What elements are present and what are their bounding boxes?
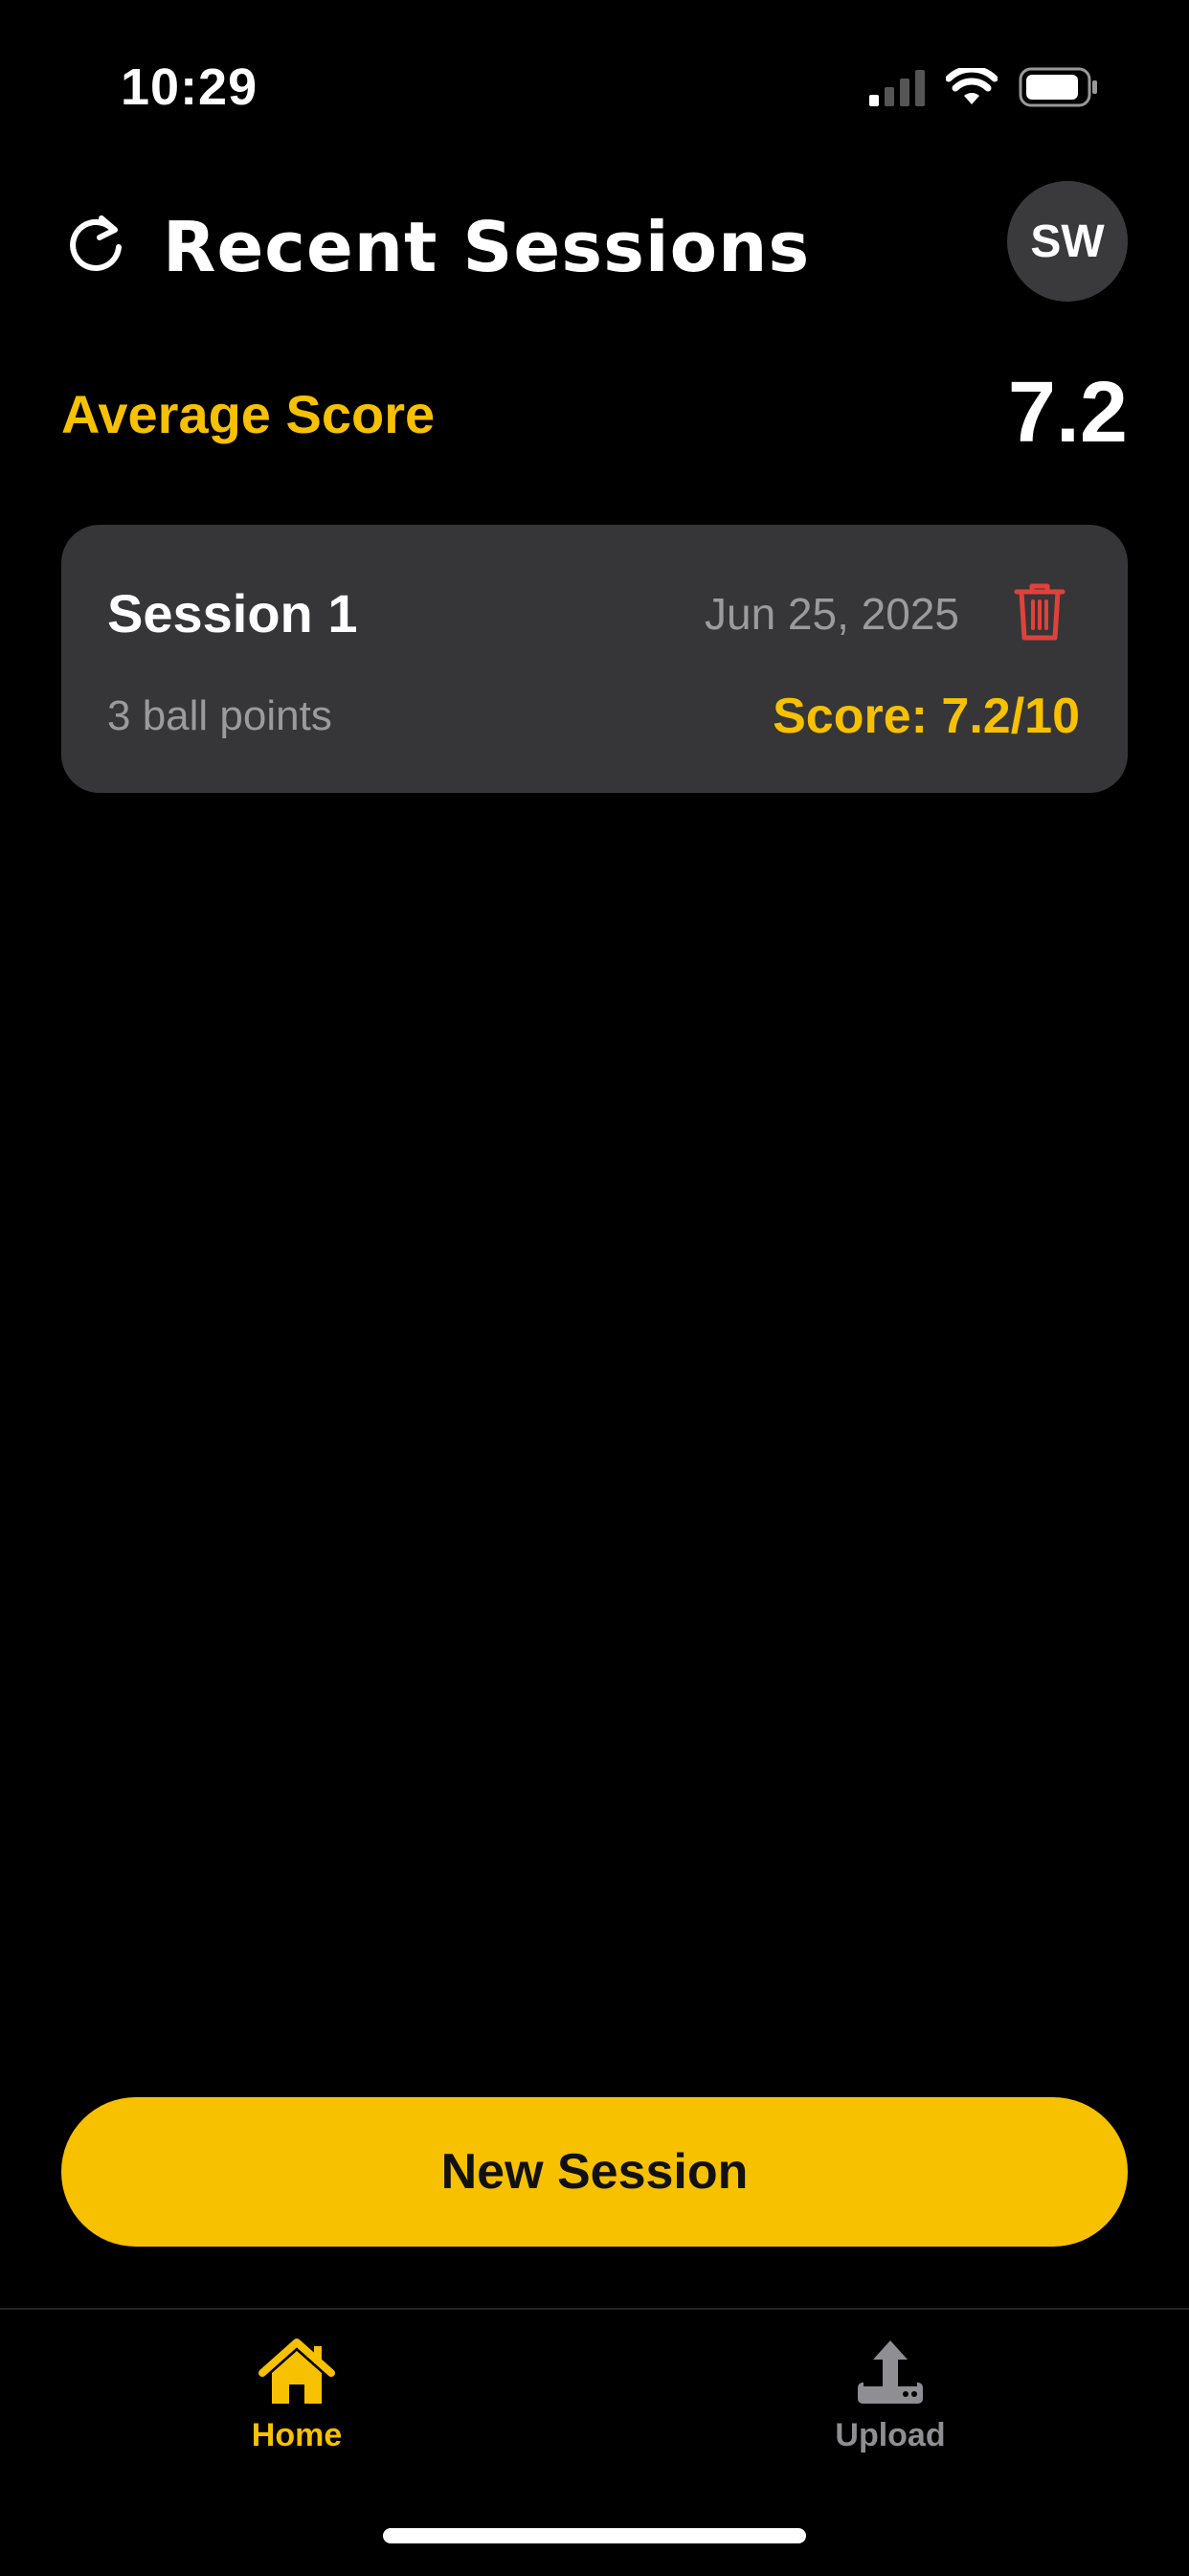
session-card[interactable]: Session 1 Jun 25, 2025 3 ball points Sco… (61, 525, 1128, 793)
average-score-label: Average Score (61, 384, 436, 444)
page-title: Recent Sessions (163, 207, 811, 287)
wifi-icon (946, 68, 998, 104)
session-date: Jun 25, 2025 (704, 589, 959, 639)
session-points: 3 ball points (107, 692, 332, 739)
new-session-button[interactable]: New Session (61, 2097, 1128, 2247)
average-score-row: Average Score 7.2 (61, 364, 1128, 469)
session-title: Session 1 (107, 583, 358, 644)
tab-upload[interactable]: Upload (747, 2335, 1034, 2478)
session-score: Score: 7.2/10 (773, 689, 1080, 744)
tab-home-label: Home (251, 2417, 343, 2453)
average-score-value: 7.2 (1007, 365, 1128, 461)
avatar[interactable]: SW (1007, 181, 1128, 302)
tab-home[interactable]: Home (153, 2335, 440, 2478)
status-time: 10:29 (121, 58, 258, 116)
refresh-icon[interactable] (63, 211, 130, 278)
trash-icon[interactable] (1011, 580, 1068, 644)
cellular-signal-icon (869, 70, 925, 106)
battery-icon (1019, 67, 1097, 107)
status-bar: 10:29 (0, 0, 1189, 172)
status-icons (867, 67, 1099, 107)
home-indicator (383, 2528, 806, 2543)
tab-upload-label: Upload (835, 2417, 946, 2453)
header: Recent Sessions SW (0, 172, 1189, 326)
upload-icon (858, 2340, 923, 2404)
home-icon (258, 2339, 335, 2404)
